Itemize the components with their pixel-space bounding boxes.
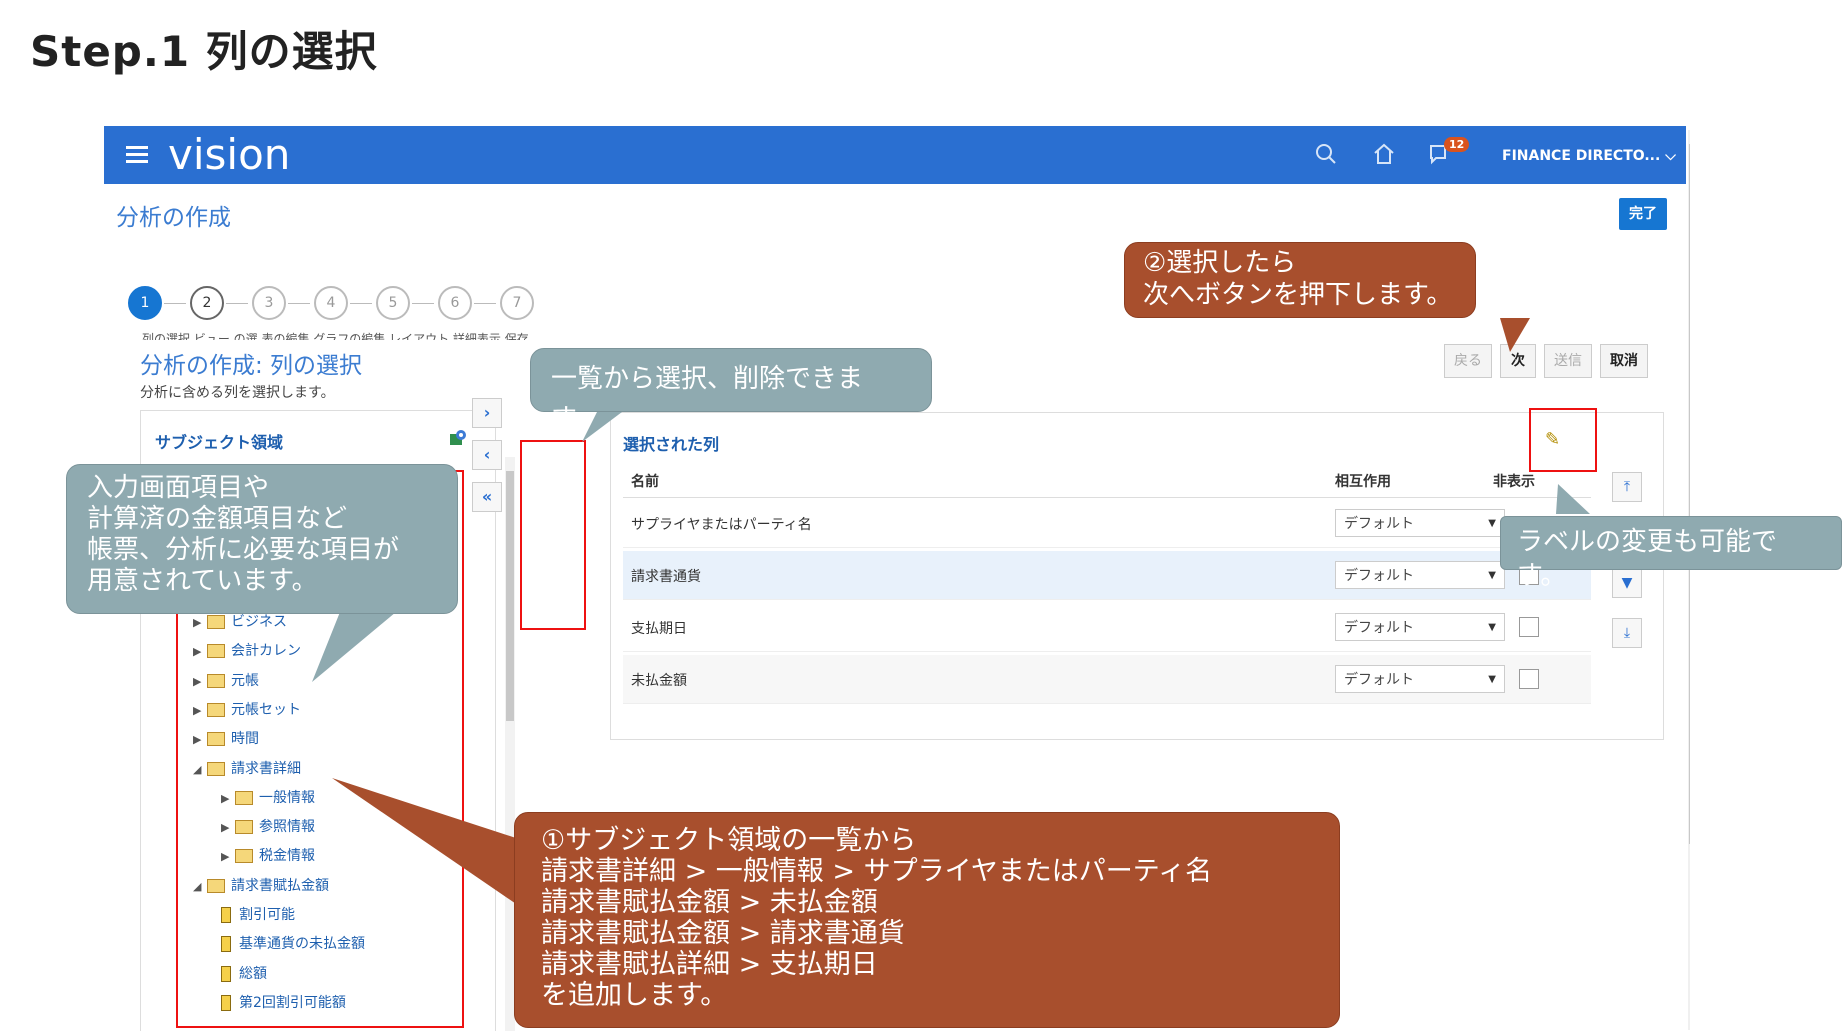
selected-row[interactable]: 請求書通貨 デフォルト ▼ [623, 551, 1591, 600]
train-connector [350, 303, 372, 304]
train-connector [288, 303, 310, 304]
selected-columns-title: 選択された列 [623, 435, 720, 454]
train-step-7[interactable]: 7 [500, 286, 534, 320]
train-step-labels: 列の選択 ビュー の選 表の編集 グラフの編集 レイアウト 詳細表示 保存 [142, 332, 529, 340]
move-top-icon: ⤒ [1623, 479, 1631, 495]
dropdown-caret-icon: ▼ [1488, 518, 1496, 529]
dropdown-caret-icon: ▼ [1488, 570, 1496, 581]
user-menu[interactable]: FINANCE DIRECTO... ⌵ [1502, 148, 1676, 164]
callout-add-steps: ①サブジェクト領域の一覧から 請求書詳細 > 一般情報 > サプライヤまたはパー… [514, 812, 1340, 1028]
page-scrollbar-thumb[interactable] [1689, 144, 1690, 844]
tree-scrollbar-thumb[interactable] [506, 471, 514, 721]
train-step-5[interactable]: 5 [376, 286, 410, 320]
column-header-interaction: 相互作用 [1335, 474, 1391, 490]
dropdown-caret-icon: ▼ [1488, 674, 1496, 685]
hidden-checkbox[interactable] [1519, 617, 1539, 637]
next-button[interactable]: 次 [1500, 344, 1536, 378]
section-description: 分析に含める列を選択します。 [140, 385, 335, 401]
callout-list-ops: 一覧から選択、削除できます。 [530, 348, 932, 434]
train-connector [226, 303, 248, 304]
callout-next-step: ②選択したら 次へボタンを押下します。 [1124, 242, 1476, 318]
slide-title: Step.1 列の選択 [30, 27, 378, 76]
cancel-button[interactable]: 取消 [1600, 344, 1648, 378]
subject-area-options-icon[interactable] [447, 429, 467, 449]
chevron-down-icon: ⌵ [1665, 148, 1676, 164]
column-header-name: 名前 [631, 474, 659, 490]
triangle-down-icon: ▼ [1621, 575, 1633, 591]
selected-columns-panel: 選択された列 ✎ 名前 相互作用 非表示 サプライヤまたはパーティ名 デフォルト… [610, 412, 1664, 740]
user-menu-label: FINANCE DIRECTO... [1502, 148, 1661, 164]
interaction-select[interactable]: デフォルト ▼ [1335, 561, 1505, 589]
top-bar: vision 12 FINANCE DIRECTO... ⌵ [104, 126, 1686, 184]
interaction-select[interactable]: デフォルト ▼ [1335, 613, 1505, 641]
interaction-select[interactable]: デフォルト ▼ [1335, 509, 1505, 537]
selected-row-name: 未払金額 [631, 673, 687, 689]
train-step-2[interactable]: 2 [190, 286, 224, 320]
selected-row-name: 支払期日 [631, 621, 687, 637]
move-down-button[interactable]: ▼ [1612, 568, 1642, 598]
callout-subject-info: 入力画面項目や 計算済の金額項目など 帳票、分析に必要な項目が 用意されています… [66, 464, 458, 614]
header-divider [623, 497, 1591, 498]
train-step-1[interactable]: 1 [128, 286, 162, 320]
home-icon[interactable] [1372, 142, 1396, 166]
submit-button[interactable]: 送信 [1544, 344, 1592, 378]
move-bottom-icon: ⤓ [1623, 625, 1631, 641]
chevron-left-icon: ‹ [483, 445, 491, 464]
add-column-button[interactable]: › [472, 398, 502, 428]
callout-label-change: ラベルの変更も可能です。 [1500, 516, 1842, 591]
remove-all-columns-button[interactable]: « [472, 482, 502, 512]
train-connector [412, 303, 434, 304]
back-button[interactable]: 戻る [1444, 344, 1492, 378]
selected-row[interactable]: サプライヤまたはパーティ名 デフォルト ▼ [623, 499, 1591, 548]
brand-logo[interactable]: vision [168, 130, 290, 179]
selected-row[interactable]: 支払期日 デフォルト ▼ [623, 603, 1591, 652]
search-icon[interactable] [1314, 142, 1338, 166]
section-title: 分析の作成: 列の選択 [140, 353, 363, 379]
highlight-move-buttons [520, 440, 586, 630]
highlight-edit-pencil [1529, 408, 1597, 472]
subject-area-title: サブジェクト領域 [155, 433, 284, 452]
chevron-right-icon: › [483, 403, 491, 422]
interaction-select[interactable]: デフォルト ▼ [1335, 665, 1505, 693]
notification-badge: 12 [1444, 137, 1470, 152]
page-title: 分析の作成 [116, 205, 231, 231]
train-connector [164, 303, 186, 304]
hamburger-menu-icon[interactable] [126, 146, 148, 164]
train-step-4[interactable]: 4 [314, 286, 348, 320]
selected-row-name: 請求書通貨 [631, 569, 701, 585]
column-header-hidden: 非表示 [1493, 474, 1535, 490]
selected-row-name: サプライヤまたはパーティ名 [631, 517, 812, 533]
train-step-3[interactable]: 3 [252, 286, 286, 320]
selected-row[interactable]: 未払金額 デフォルト ▼ [623, 655, 1591, 704]
move-to-bottom-button[interactable]: ⤓ [1612, 618, 1642, 648]
train-connector [474, 303, 496, 304]
double-chevron-left-icon: « [481, 487, 493, 506]
dropdown-caret-icon: ▼ [1488, 622, 1496, 633]
remove-column-button[interactable]: ‹ [472, 440, 502, 470]
move-to-top-button[interactable]: ⤒ [1612, 472, 1642, 502]
train-step-6[interactable]: 6 [438, 286, 472, 320]
hidden-checkbox[interactable] [1519, 669, 1539, 689]
done-button[interactable]: 完了 [1619, 198, 1667, 230]
